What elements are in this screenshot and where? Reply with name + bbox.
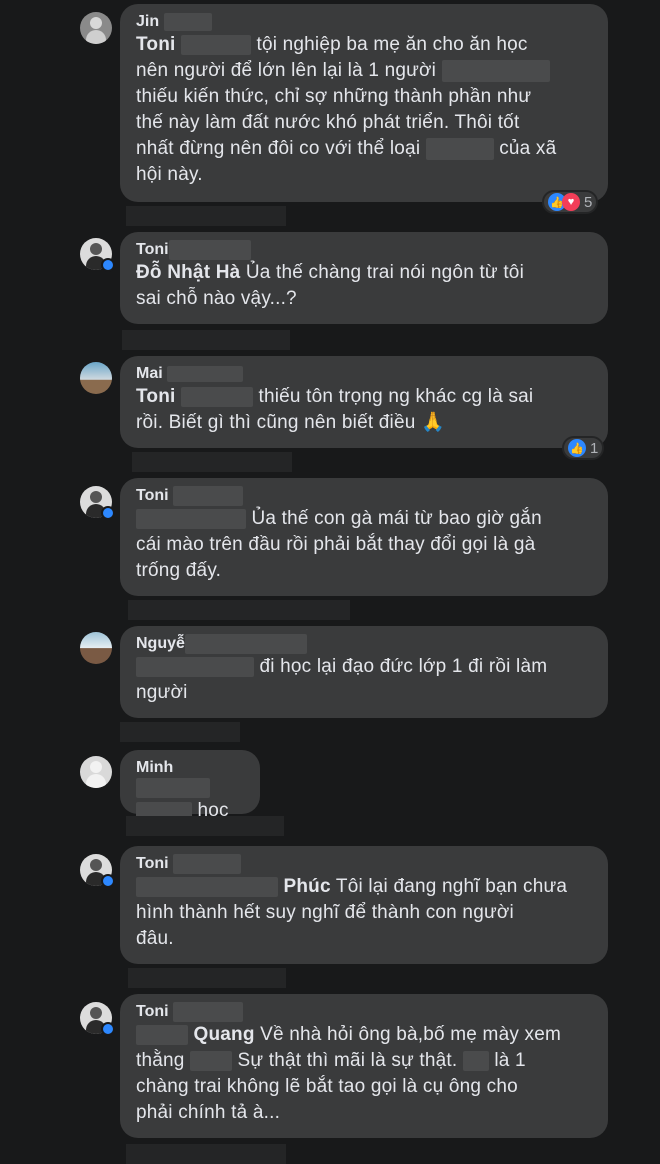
comment-text: Phúc Tôi lại đang nghĩ bạn chưa hình thà… [136,876,568,950]
mention-tag[interactable]: Đỗ Nhật Hà [136,262,240,283]
comment-text: Toni tội nghiệp ba mẹ ăn cho ăn học nên … [136,34,557,185]
comment-bubble: Toni Phúc Tôi lại đang nghĩ bạn chưa hìn… [120,846,608,964]
mention-tag[interactable]: Quang [193,1024,254,1045]
avatar[interactable] [80,362,112,394]
avatar[interactable] [80,12,112,44]
verified-icon [101,258,115,272]
mention-tag[interactable]: Toni [136,386,176,407]
verified-icon [101,506,115,520]
comment-bubble: Jin Toni tội nghiệp ba mẹ ăn cho ăn học … [120,4,608,202]
comment-bubble: Mai Toni thiếu tôn trọng ng khác cg là s… [120,356,608,448]
comment-text: Đỗ Nhật Hà Ủa thế chàng trai nói ngôn từ… [136,262,524,310]
mention-tag[interactable]: Phúc [283,876,330,897]
avatar[interactable] [80,632,112,664]
comment-actions[interactable] [126,816,284,836]
reaction-summary[interactable]: 👍 ♥ 5 [542,190,599,214]
verified-icon [101,1022,115,1036]
comment-bubble: Toni Quang Về nhà hỏi ông bà,bố mẹ mày x… [120,994,608,1138]
comment-text: Ủa thế con gà mái từ bao giờ gắn cái mào… [136,508,542,582]
avatar[interactable] [80,756,112,788]
comment-text: đi học lại đạo đức lớp 1 đi rồi làm ngườ… [136,656,548,704]
comment-author[interactable]: Jin [136,12,594,32]
comment-actions[interactable] [126,206,286,226]
comment-actions[interactable] [122,330,290,350]
mention-tag[interactable]: Toni [136,34,176,55]
like-icon: 👍 [568,439,586,457]
comment-bubble: Toni Đỗ Nhật Hà Ủa thế chàng trai nói ng… [120,232,608,324]
comment-actions[interactable] [126,1144,286,1164]
verified-icon [101,874,115,888]
comment-author[interactable]: Toni [136,486,594,506]
comment-author[interactable]: Mai [136,364,594,384]
comment-author[interactable]: Toni [136,1002,594,1022]
comment-actions[interactable] [128,600,350,620]
comment-bubble: Minh học [120,750,260,821]
comment-text: Toni thiếu tôn trọng ng khác cg là sai r… [136,386,534,433]
reaction-count: 5 [584,193,593,211]
comment-actions[interactable] [132,452,292,472]
pray-emoji: 🙏 [421,412,445,433]
reaction-summary[interactable]: 👍 1 [562,436,605,460]
comment-author[interactable]: Toni [136,854,594,874]
comment-text: Quang Về nhà hỏi ông bà,bố mẹ mày xem th… [136,1024,562,1124]
love-icon: ♥ [562,193,580,211]
comment-author[interactable]: Toni [136,240,594,260]
comment-actions[interactable] [120,722,240,742]
comment-author[interactable]: Minh [136,758,246,798]
comment-bubble: Nguyễ đi học lại đạo đức lớp 1 đi rồi là… [120,626,608,718]
reaction-count: 1 [590,439,599,457]
comment-actions[interactable] [128,968,286,988]
comment-author[interactable]: Nguyễ [136,634,594,654]
comment-bubble: Toni Ủa thế con gà mái từ bao giờ gắn cá… [120,478,608,596]
